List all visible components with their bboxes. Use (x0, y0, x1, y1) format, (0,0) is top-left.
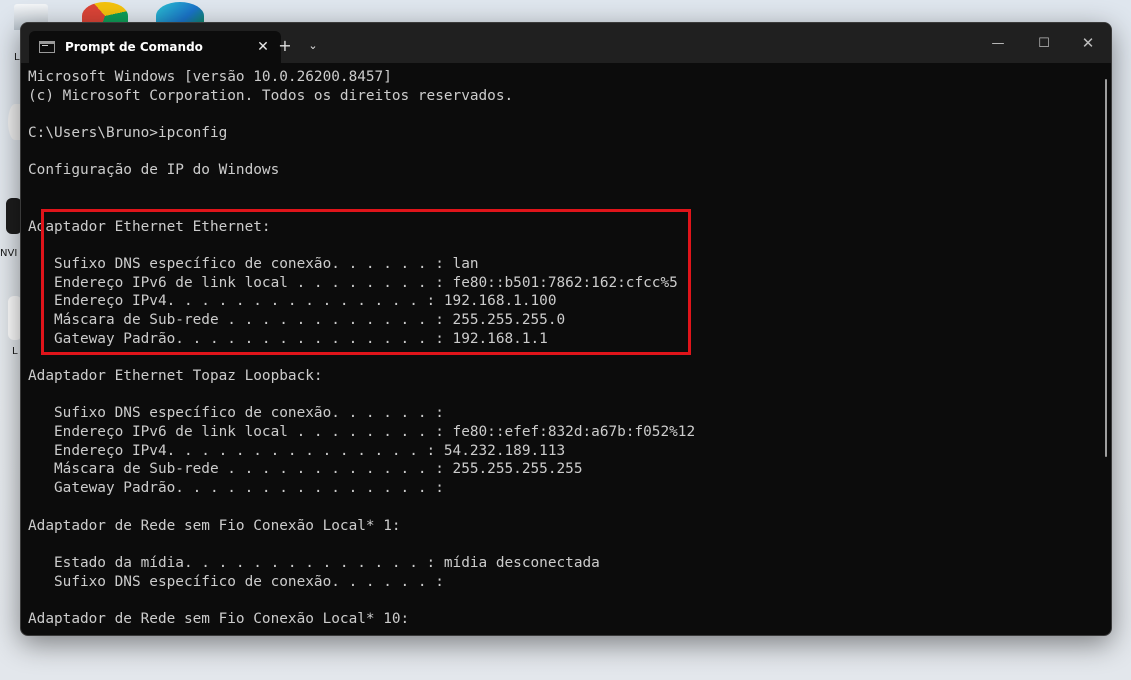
terminal-line: Endereço IPv4. . . . . . . . . . . . . .… (28, 293, 557, 310)
terminal-line: Máscara de Sub-rede . . . . . . . . . . … (28, 461, 583, 478)
minimize-button[interactable]: — (975, 23, 1021, 63)
desktop-icon-label: L (14, 52, 20, 63)
terminal-line: Gateway Padrão. . . . . . . . . . . . . … (28, 480, 444, 497)
desktop: L NVI L Prompt de Comando ✕ + ⌄ — ☐ ✕ Mi… (0, 0, 1131, 680)
terminal-line: Adaptador de Rede sem Fio Conexão Local*… (28, 610, 410, 627)
terminal-line: Estado da mídia. . . . . . . . . . . . .… (28, 554, 600, 571)
terminal-line: Endereço IPv4. . . . . . . . . . . . . .… (28, 442, 566, 459)
terminal-line: Adaptador de Rede sem Fio Conexão Local*… (28, 517, 401, 534)
terminal-icon (39, 41, 55, 53)
tab-title: Prompt de Comando (65, 40, 203, 54)
close-button[interactable]: ✕ (1065, 23, 1111, 63)
terminal-line: Sufixo DNS específico de conexão. . . . … (28, 255, 479, 272)
desktop-icon-label: NVI (0, 248, 18, 259)
terminal-line: C:\Users\Bruno>ipconfig (28, 125, 228, 142)
new-tab-button[interactable]: + (273, 33, 297, 57)
terminal-line: (c) Microsoft Corporation. Todos os dire… (28, 87, 514, 104)
terminal-line: Sufixo DNS específico de conexão. . . . … (28, 573, 444, 590)
terminal-line: Adaptador Ethernet Topaz Loopback: (28, 368, 323, 384)
terminal-line: Endereço IPv6 de link local . . . . . . … (28, 424, 696, 441)
terminal-line: Máscara de Sub-rede . . . . . . . . . . … (28, 311, 566, 328)
title-bar[interactable]: Prompt de Comando ✕ + ⌄ — ☐ ✕ (21, 23, 1111, 63)
tab-command-prompt[interactable]: Prompt de Comando ✕ (29, 31, 281, 63)
tab-close-icon[interactable]: ✕ (251, 35, 275, 59)
terminal-output[interactable]: Microsoft Windows [versão 10.0.26200.845… (28, 68, 1095, 635)
command-prompt-window[interactable]: Prompt de Comando ✕ + ⌄ — ☐ ✕ Microsoft … (20, 22, 1112, 636)
scrollbar[interactable] (1105, 79, 1107, 457)
terminal-line: Adaptador Ethernet Ethernet: (28, 218, 271, 235)
desktop-icon-label: L (12, 346, 18, 357)
terminal-line: Endereço IPv6 de link local . . . . . . … (28, 274, 678, 291)
terminal-line: Microsoft Windows [versão 10.0.26200.845… (28, 69, 392, 85)
terminal-line: Gateway Padrão. . . . . . . . . . . . . … (28, 330, 548, 347)
terminal-line: Configuração de IP do Windows (28, 162, 280, 179)
maximize-button[interactable]: ☐ (1021, 23, 1067, 63)
chevron-down-icon[interactable]: ⌄ (301, 33, 325, 57)
terminal-line: Sufixo DNS específico de conexão. . . . … (28, 405, 444, 422)
